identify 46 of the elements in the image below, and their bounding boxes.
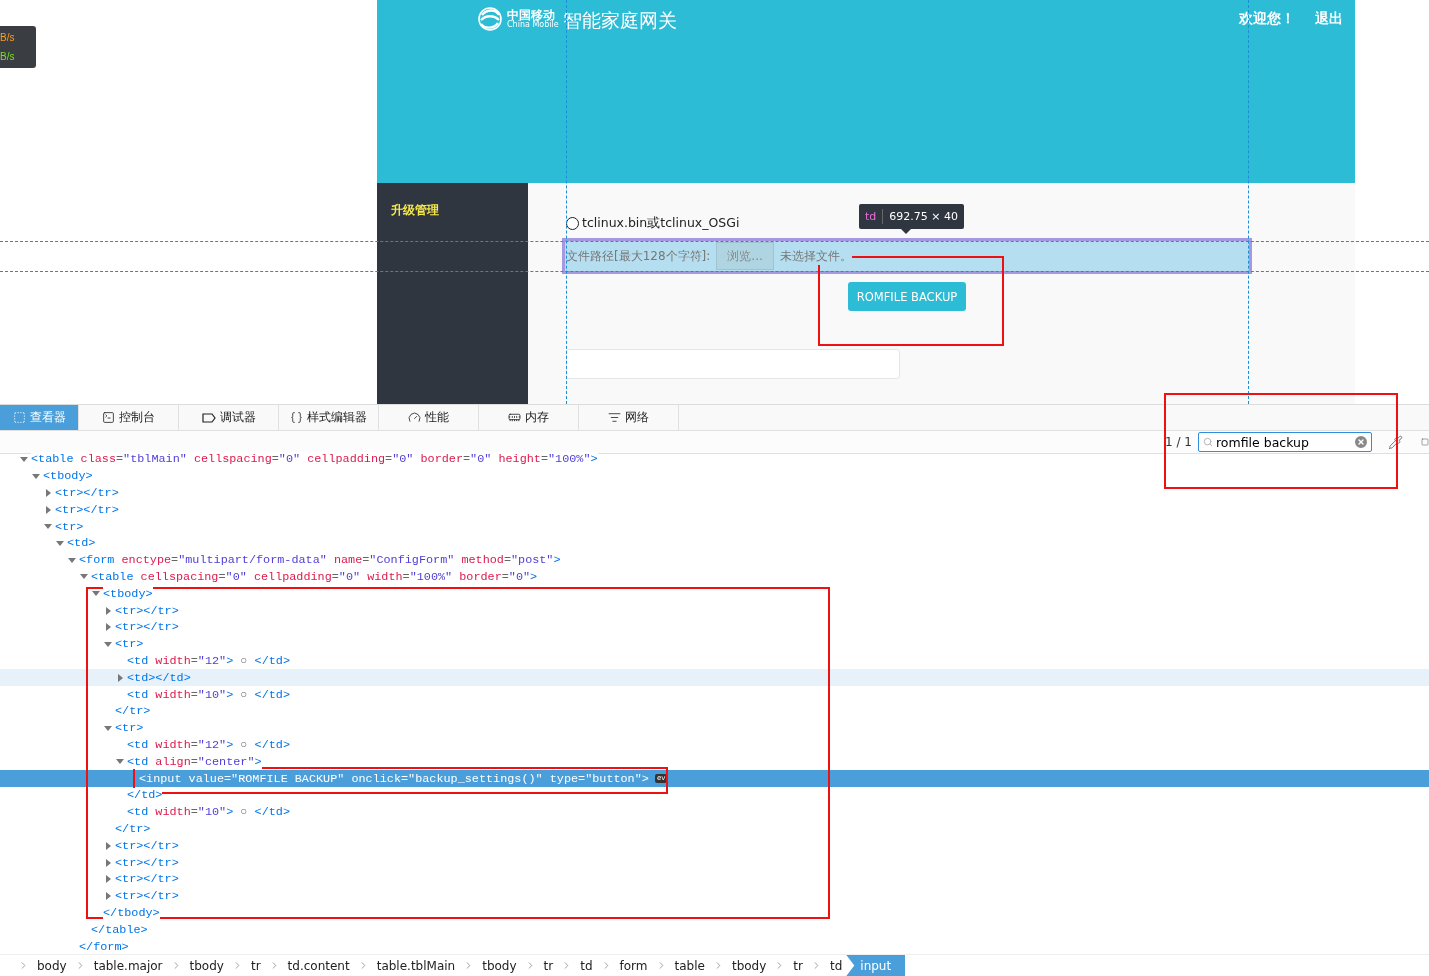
speed-reading: B/s (0, 50, 16, 64)
radio-button[interactable] (566, 216, 579, 230)
match-count: 1 / 1 (1165, 435, 1192, 449)
devtools-tab[interactable]: 样式编辑器 (279, 405, 379, 430)
breadcrumb[interactable]: tr (539, 955, 558, 976)
breadcrumb[interactable]: td (825, 955, 847, 976)
speed-reading: B/s (0, 31, 16, 45)
breadcrumb[interactable]: tr (789, 955, 807, 976)
logo-icon (477, 6, 503, 32)
breadcrumb[interactable]: td.content (283, 955, 354, 976)
devtools-tab[interactable]: 网络 (579, 405, 679, 430)
tooltip-tag: td (865, 210, 877, 223)
gauge-icon (408, 411, 421, 424)
tooltip-size: 692.75 × 40 (889, 210, 958, 223)
devtools-tab[interactable]: 性能 (379, 405, 479, 430)
memory-icon (508, 411, 521, 424)
site-title: 智能家庭网关 (562, 8, 677, 33)
console-icon (102, 411, 115, 424)
search-field[interactable]: romfile backup (1198, 432, 1372, 452)
breadcrumb[interactable]: body (33, 955, 71, 976)
breadcrumb[interactable]: table.major (89, 955, 167, 976)
clear-icon[interactable] (1353, 434, 1369, 450)
breadcrumb[interactable]: tbody (478, 955, 521, 976)
tag-icon (201, 412, 216, 423)
eyedropper-icon[interactable] (1388, 434, 1403, 450)
devtools-tab[interactable]: 控制台 (79, 405, 179, 430)
logo-text: 中国移动 (507, 9, 555, 21)
braces-icon (290, 411, 303, 424)
breadcrumb[interactable]: tr (246, 955, 265, 976)
breadcrumb[interactable]: tbody (185, 955, 228, 976)
breadcrumb[interactable]: table.tblMain (372, 955, 460, 976)
sidebar-item[interactable]: 升级管理 (391, 203, 439, 217)
logo-subtext: China Mobile (507, 21, 559, 29)
devtools-tab[interactable]: 内存 (479, 405, 579, 430)
file-status: 未选择文件。 (779, 247, 852, 265)
breadcrumb[interactable]: table (670, 955, 709, 976)
inspector-icon (12, 411, 26, 424)
breadcrumb[interactable]: td (576, 955, 597, 976)
breadcrumb[interactable]: form (615, 955, 652, 976)
radio-label: tclinux.bin或tclinux_OSGi (582, 214, 740, 232)
breadcrumb[interactable]: tbody (727, 955, 771, 976)
input-field[interactable] (566, 349, 900, 379)
file-path-label: 文件路径[最大128个字符]: (565, 247, 711, 265)
devtools-tab[interactable]: 调试器 (179, 405, 279, 430)
search-icon (1203, 437, 1213, 447)
network-icon (608, 411, 621, 424)
